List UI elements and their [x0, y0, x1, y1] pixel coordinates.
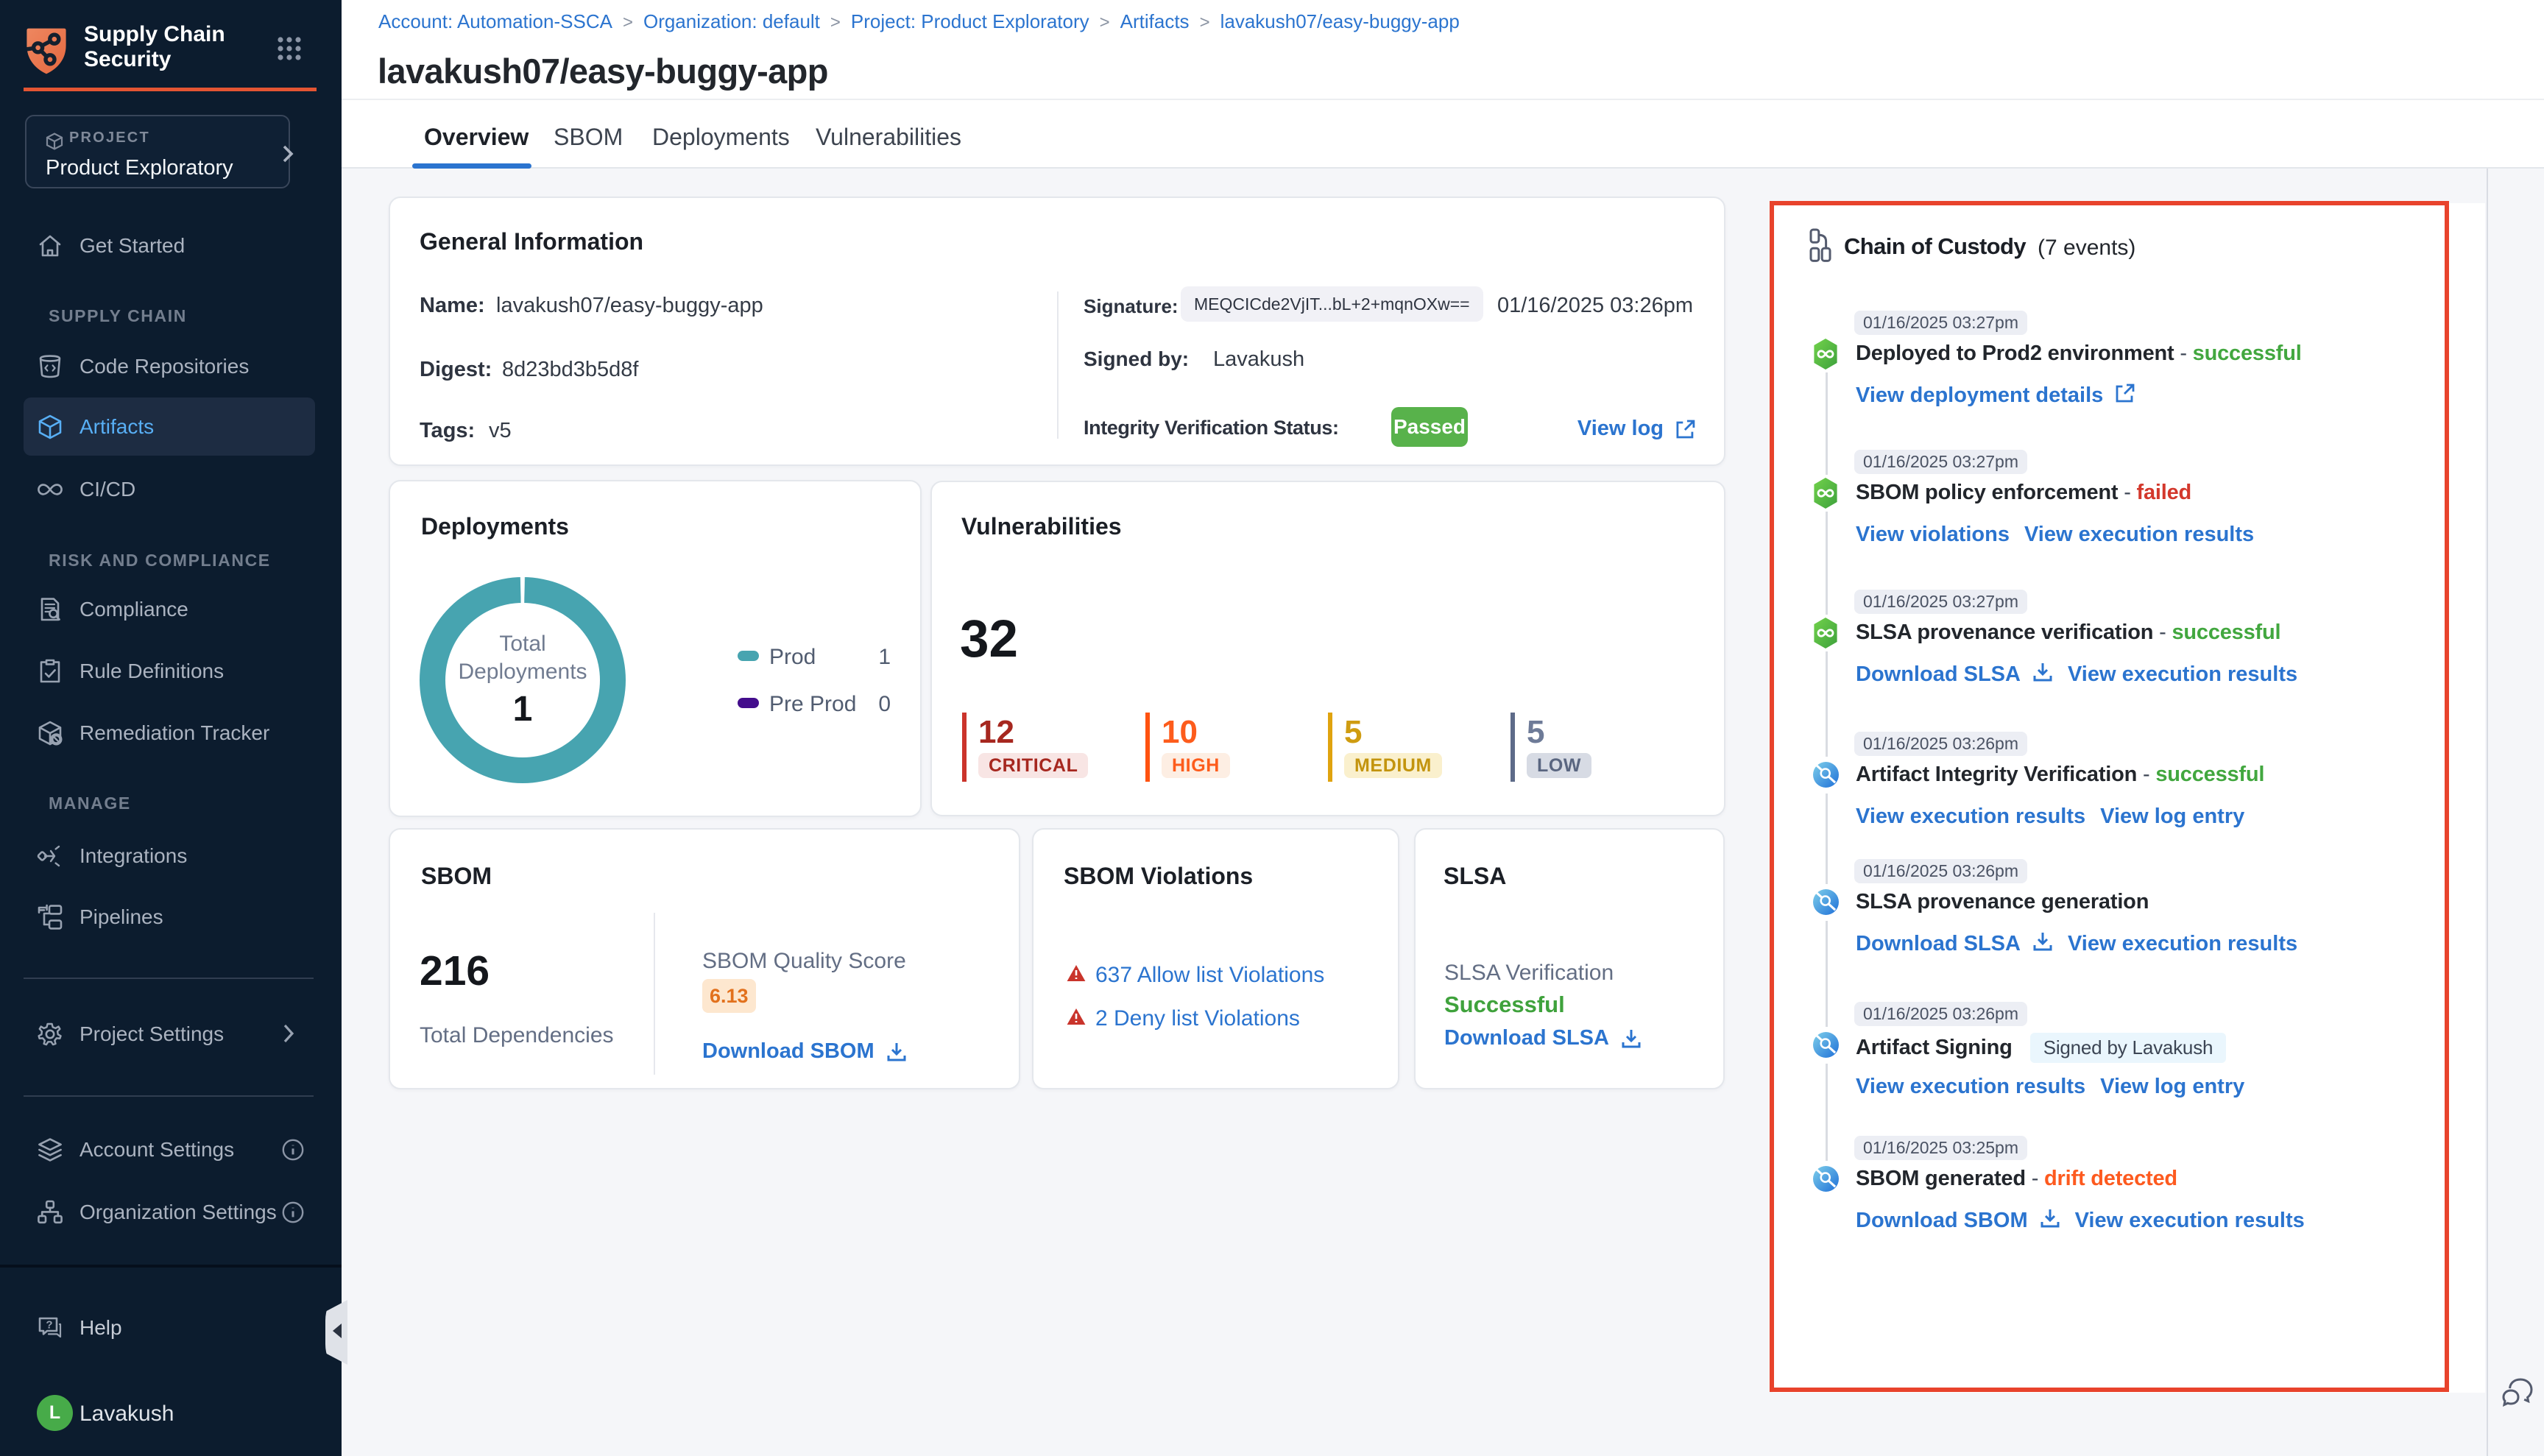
svg-text:?: ? [46, 1319, 52, 1332]
